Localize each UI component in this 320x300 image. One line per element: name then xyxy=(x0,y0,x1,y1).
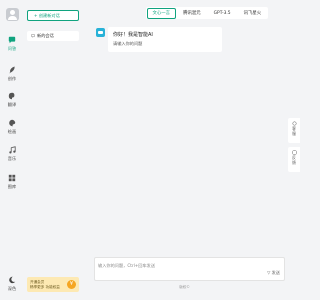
moon-icon xyxy=(9,276,16,284)
session-item[interactable]: 新的会话 xyxy=(27,31,79,41)
new-chat-button[interactable]: + 创建新对话 xyxy=(27,10,79,21)
chat-icon xyxy=(8,36,16,44)
feedback-label: 反馈 xyxy=(292,155,296,165)
translate-icon xyxy=(8,92,15,100)
footer-text: 版权© xyxy=(179,285,190,289)
session-panel: + 创建新对话 新的会话 开通会员 畅享更多 功能权益 ¥ xyxy=(24,0,82,300)
service-label: 客服 xyxy=(292,126,296,136)
theme-label: 深色 xyxy=(7,286,17,291)
gallery-icon xyxy=(8,174,16,182)
rail-item-create[interactable]: 创作 xyxy=(0,66,24,88)
music-icon xyxy=(9,146,16,154)
tab-xinghuo[interactable]: 讯飞星火 xyxy=(238,8,268,19)
theme-toggle[interactable]: 深色 xyxy=(0,276,24,298)
bot-avatar-icon xyxy=(96,28,105,37)
rail-item-music[interactable]: 音乐 xyxy=(0,146,24,168)
rail-item-label: 音乐 xyxy=(7,156,17,161)
rail-item-label: 翻译 xyxy=(7,102,17,107)
palette-icon xyxy=(9,119,16,127)
rail-item-gallery[interactable]: 图库 xyxy=(0,174,24,196)
bot-message: 你好！我是智能AI 请输入你的问题 xyxy=(108,27,222,52)
service-button[interactable]: 客服 xyxy=(288,118,300,143)
chat-input-box: ▽ 发送 xyxy=(94,257,285,281)
avatar[interactable] xyxy=(6,8,19,21)
session-title: 新的会话 xyxy=(37,33,54,38)
rail-item-label: 问答 xyxy=(7,46,17,51)
send-button[interactable]: ▽ 发送 xyxy=(267,270,280,276)
promo-line-1: 开通会员 xyxy=(30,280,45,284)
rail-item-paint[interactable]: 绘画 xyxy=(0,119,24,141)
tab-hunyuan[interactable]: 腾讯混元 xyxy=(177,8,207,19)
coin-icon: ¥ xyxy=(67,280,76,289)
greeting-sub: 请输入你的问题 xyxy=(113,41,143,46)
rail-item-translate[interactable]: 翻译 xyxy=(0,92,24,114)
rail-item-label: 绘画 xyxy=(7,129,17,134)
chat-input[interactable] xyxy=(98,261,268,269)
right-tools: 客服 反馈 xyxy=(288,118,300,176)
model-tabs: 文心一言 腾讯混元 GPT-3.5 讯飞星火 xyxy=(146,7,268,19)
feedback-button[interactable]: 反馈 xyxy=(288,147,300,172)
rail-item-qa[interactable]: 问答 xyxy=(0,36,24,58)
promo-line-2: 畅享更多 功能权益 xyxy=(30,285,60,289)
rail-item-label: 图库 xyxy=(7,184,17,189)
icon-rail: 问答 创作 翻译 绘画 音乐 图库 深色 xyxy=(0,0,24,300)
feather-icon xyxy=(9,66,15,74)
greeting-text: 你好！我是智能AI xyxy=(113,32,153,38)
chat-main: 文心一言 腾讯混元 GPT-3.5 讯飞星火 你好！我是智能AI 请输入你的问题… xyxy=(82,0,287,300)
chat-bubble-icon xyxy=(31,33,35,38)
tab-wenxin[interactable]: 文心一言 xyxy=(146,7,177,19)
vip-promo-card[interactable]: 开通会员 畅享更多 功能权益 ¥ xyxy=(27,277,79,292)
tab-gpt35[interactable]: GPT-3.5 xyxy=(208,8,237,19)
rail-item-label: 创作 xyxy=(7,76,17,81)
